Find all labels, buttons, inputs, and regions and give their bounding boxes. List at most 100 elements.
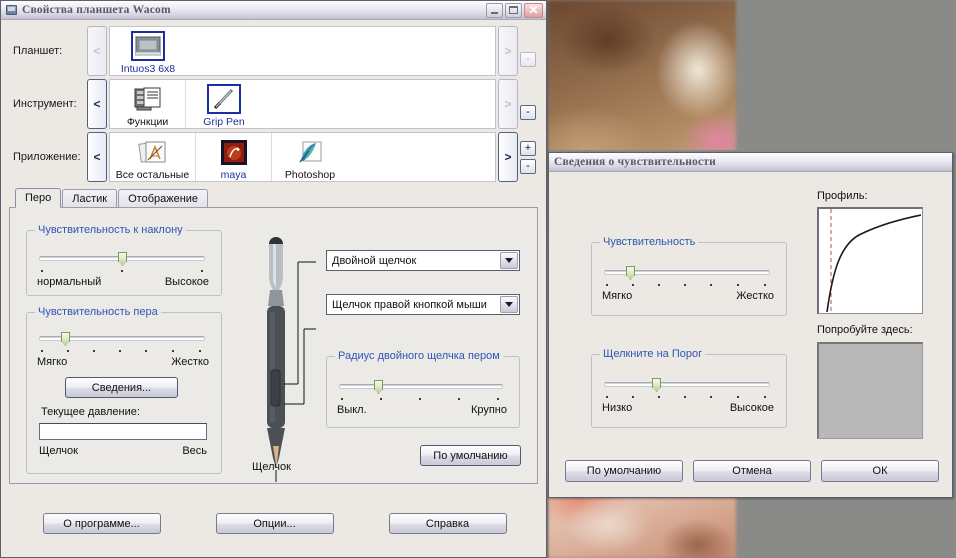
threshold-title: Щелкните на Порог — [600, 348, 706, 360]
chevron-down-icon[interactable] — [500, 296, 518, 313]
slider-thumb[interactable] — [61, 332, 70, 346]
radius-min-label: Выкл. — [337, 404, 367, 416]
tool-prev-button[interactable]: < — [87, 79, 107, 129]
close-button[interactable]: ✕ — [524, 2, 543, 18]
sens-ok-button[interactable]: ОК — [821, 460, 939, 482]
application-item-all-others[interactable]: Все остальные — [110, 133, 196, 181]
application-item-maya[interactable]: maya — [196, 133, 272, 181]
tilt-min-label: нормальный — [37, 276, 102, 288]
pressure-min-label: Щелчок — [39, 445, 78, 457]
tool-pm-group: - — [520, 79, 538, 129]
main-bottom-buttons: О программе... Опции... Справка — [1, 513, 548, 543]
profile-graph — [817, 207, 923, 314]
tool-remove-button[interactable]: - — [520, 104, 536, 120]
tablet-prev-button[interactable]: < — [87, 26, 107, 76]
tool-next-button[interactable]: > — [498, 79, 518, 129]
sensitivity-min-label: Мягко — [602, 290, 633, 302]
application-item-label: maya — [220, 169, 247, 181]
try-here-area[interactable] — [817, 342, 923, 439]
application-item-label: Photoshop — [284, 169, 336, 181]
details-button[interactable]: Сведения... — [65, 377, 178, 398]
pressure-max-label: Весь — [182, 445, 207, 457]
sens-default-button[interactable]: По умолчанию — [565, 460, 683, 482]
application-icon-strip: Все остальные maya Photoshop — [109, 132, 496, 182]
tab-eraser[interactable]: Ластик — [62, 189, 118, 207]
pen-sensitivity-group: Чувствительность пера Мягко Жестко Сведе… — [26, 306, 222, 474]
tab-mapping[interactable]: Отображение — [118, 189, 209, 207]
pen-sensitivity-slider[interactable] — [39, 331, 205, 347]
application-item-label: Все остальные — [115, 169, 190, 181]
application-row-label: Приложение: — [13, 151, 81, 163]
tablet-selector-row: Планшет: < Intuos3 6x8 > - — [9, 26, 538, 76]
photoshop-glyph — [299, 141, 322, 163]
tablet-item-intuos3[interactable]: Intuos3 6x8 — [110, 27, 186, 75]
sensitivity-slider[interactable] — [604, 265, 770, 281]
sens-cancel-button[interactable]: Отмена — [693, 460, 811, 482]
tab-pen[interactable]: Перо — [15, 188, 62, 208]
tool-item-label: Grip Pen — [203, 116, 245, 128]
double-click-radius-slider[interactable] — [339, 379, 503, 395]
help-button[interactable]: Справка — [388, 513, 507, 534]
sens-window-title: Сведения о чувствительности — [554, 156, 716, 168]
maya-icon — [217, 137, 251, 167]
tilt-sensitivity-slider[interactable] — [39, 251, 205, 267]
application-prev-button[interactable]: < — [87, 132, 107, 182]
tab-area: Перо Ластик Отображение Чувствительность… — [9, 188, 538, 490]
slider-track — [604, 382, 770, 387]
threshold-slider[interactable] — [604, 377, 770, 393]
tab-panel-pen: Чувствительность к наклону нормальный Вы… — [9, 207, 538, 490]
slider-thumb[interactable] — [374, 380, 383, 394]
pen-button-function-value: Щелчок правой кнопкой мыши — [332, 298, 487, 311]
stylus-pen-icon — [267, 237, 316, 490]
tool-row-label: Инструмент: — [13, 98, 77, 110]
sensitivity-slider-labels: Мягко Жестко — [602, 290, 774, 302]
grip-pen-glyph — [213, 88, 234, 110]
sensitivity-group: Чувствительность Мягко Жестко — [591, 236, 787, 316]
tablet-device-glyph — [135, 36, 161, 56]
profile-label: Профиль: — [817, 190, 868, 202]
application-add-button[interactable]: + — [520, 140, 536, 156]
pen-tip-function-combo[interactable]: Двойной щелчок — [326, 250, 520, 271]
slider-thumb[interactable] — [118, 252, 127, 266]
all-others-glyph — [137, 141, 165, 163]
threshold-slider-labels: Низко Высокое — [602, 402, 774, 414]
slider-thumb[interactable] — [652, 378, 661, 392]
tool-item-functions[interactable]: Функции — [110, 80, 186, 128]
threshold-min-label: Низко — [602, 402, 633, 414]
sens-titlebar[interactable]: Сведения о чувствительности — [549, 153, 952, 172]
main-titlebar[interactable]: Свойства планшета Wacom ✕ — [1, 1, 546, 20]
functions-icon — [131, 84, 165, 114]
slider-thumb[interactable] — [626, 266, 635, 280]
tool-item-grip-pen[interactable]: Grip Pen — [186, 80, 262, 128]
minimize-button[interactable] — [486, 2, 503, 18]
pen-sensitivity-title: Чувствительность пера — [35, 306, 161, 318]
tilt-slider-labels: нормальный Высокое — [37, 276, 209, 288]
tilt-max-label: Высокое — [164, 276, 209, 288]
tablet-remove-button[interactable]: - — [520, 51, 536, 67]
chevron-down-icon[interactable] — [500, 252, 518, 269]
sens-bottom-buttons: По умолчанию Отмена ОК — [565, 460, 939, 484]
application-selector-row: Приложение: < Все остальные maya Photosh… — [9, 132, 538, 182]
application-pm-group: + - — [520, 132, 538, 182]
main-body: Планшет: < Intuos3 6x8 > - Инструмент: <… — [1, 20, 546, 534]
tablet-item-label: Intuos3 6x8 — [120, 63, 176, 75]
threshold-group: Щелкните на Порог Низко Высокое — [591, 348, 787, 428]
tablet-icon-strip: Intuos3 6x8 — [109, 26, 496, 76]
about-button[interactable]: О программе... — [42, 513, 161, 534]
application-item-photoshop[interactable]: Photoshop — [272, 133, 348, 181]
pen-diagram: Щелчок — [242, 232, 316, 490]
application-remove-button[interactable]: - — [520, 158, 536, 174]
pen-button-function-combo[interactable]: Щелчок правой кнопкой мыши — [326, 294, 520, 315]
application-next-button[interactable]: > — [498, 132, 518, 182]
tablet-next-button[interactable]: > — [498, 26, 518, 76]
tab-default-button[interactable]: По умолчанию — [420, 445, 521, 466]
options-button[interactable]: Опции... — [215, 513, 334, 534]
double-click-radius-group: Радиус двойного щелчка пером Выкл. Крупн… — [326, 350, 520, 428]
radius-slider-labels: Выкл. Крупно — [337, 404, 507, 416]
tool-selector-row: Инструмент: < Функции Grip Pen > - — [9, 79, 538, 129]
maximize-button[interactable] — [505, 2, 522, 18]
window-title: Свойства планшета Wacom — [22, 4, 171, 16]
tablet-device-icon — [131, 31, 165, 61]
tablet-icon — [6, 5, 17, 15]
all-others-icon — [136, 137, 170, 167]
